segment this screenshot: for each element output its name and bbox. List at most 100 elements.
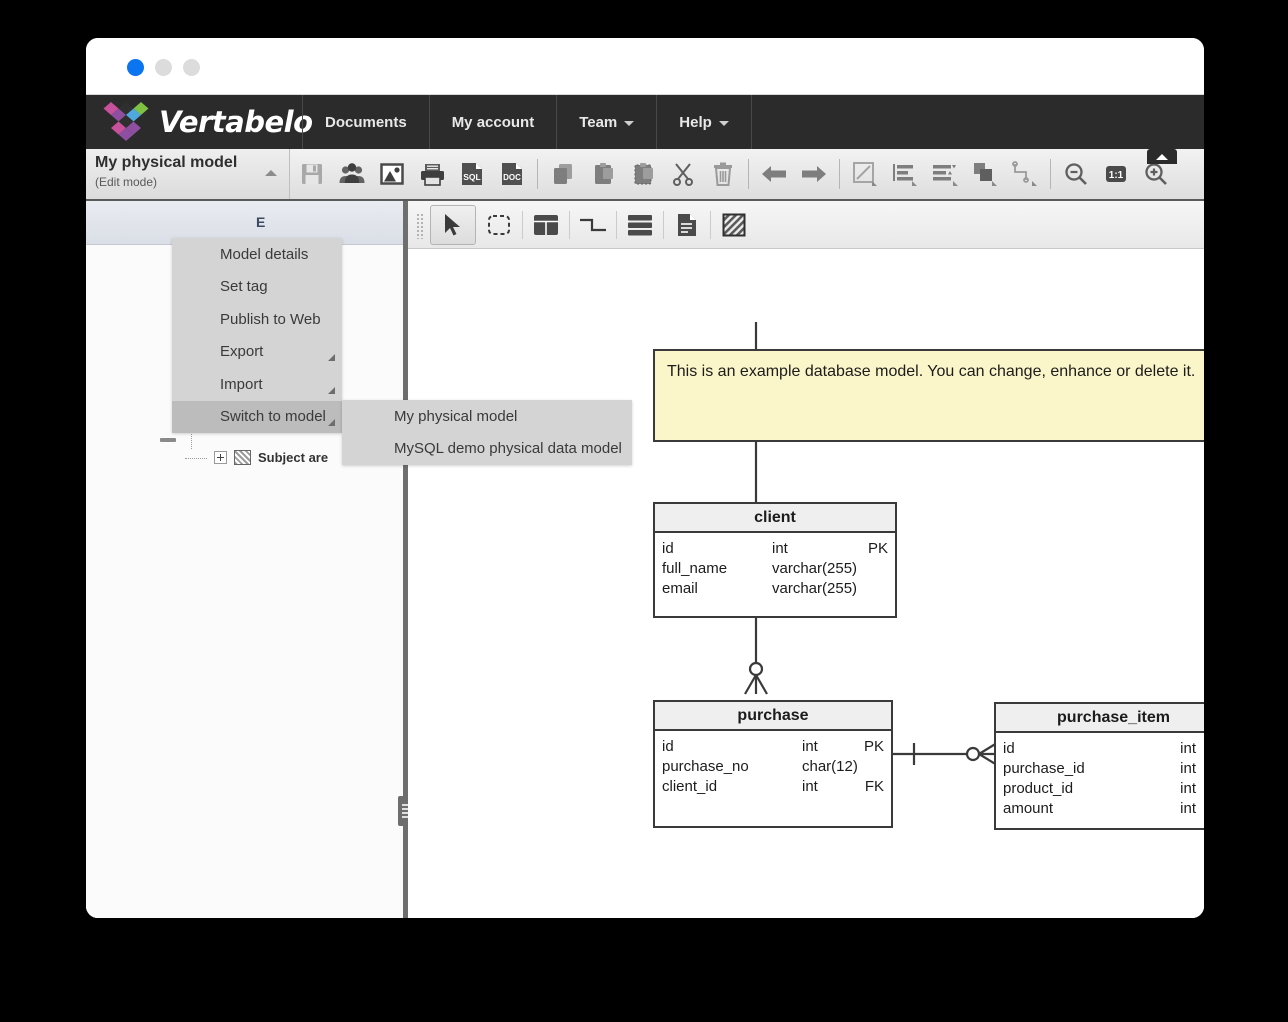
generate-sql-button[interactable]: SQL <box>452 149 492 199</box>
column-name: id <box>662 540 674 557</box>
note-page-icon <box>678 214 696 236</box>
table-icon <box>534 215 558 235</box>
table-client[interactable]: client id int PK full_name varchar(255) <box>653 502 897 618</box>
menu-item-set-tag[interactable]: Set tag <box>172 271 342 304</box>
svg-text:SQL: SQL <box>463 172 480 182</box>
window-controls <box>127 59 200 76</box>
zoom-out-icon <box>1065 163 1087 185</box>
toolbar-grip-icon[interactable] <box>416 213 424 239</box>
canvas-tool-buttons <box>430 205 757 245</box>
select-tool-button[interactable] <box>430 205 476 245</box>
column-type: int <box>1180 760 1196 777</box>
nav-item-documents[interactable]: Documents <box>302 95 430 149</box>
submenu-item-my-physical-model[interactable]: My physical model <box>342 400 632 433</box>
chevron-down-icon <box>624 120 635 126</box>
paste-special-button[interactable] <box>623 149 663 199</box>
copy-button[interactable] <box>543 149 583 199</box>
menu-item-export[interactable]: Export <box>172 336 342 369</box>
cut-button[interactable] <box>663 149 703 199</box>
zoom-reset-button[interactable]: 1:1 <box>1096 149 1136 199</box>
table-row: purchase_id int FK <box>1003 759 1204 779</box>
table-purchase-columns: id int PK purchase_no char(12) client_id <box>655 731 891 807</box>
redo-button[interactable] <box>794 149 834 199</box>
zoom-out-button[interactable] <box>1056 149 1096 199</box>
add-reference-button[interactable] <box>570 205 616 245</box>
column-type: varchar(255) <box>772 560 858 577</box>
nav-item-team[interactable]: Team <box>557 95 658 149</box>
add-subject-area-button[interactable] <box>711 205 757 245</box>
diagram-note[interactable]: This is an example database model. You c… <box>653 349 1204 442</box>
submenu-arrow-icon <box>328 354 335 361</box>
one-to-one-icon: 1:1 <box>1106 166 1126 182</box>
nav-label-help: Help <box>679 113 712 131</box>
window-control-minimize[interactable] <box>155 59 172 76</box>
delete-button[interactable] <box>703 149 743 199</box>
submenu-arrow-icon <box>328 419 335 426</box>
export-image-button[interactable] <box>372 149 412 199</box>
line-style-button[interactable] <box>845 149 885 199</box>
table-row: id int PK <box>662 737 884 757</box>
align-left-button[interactable] <box>885 149 925 199</box>
nav-links: Documents My account Team Help <box>302 95 752 149</box>
tree-item-label-subject-areas: Subject are <box>258 450 329 465</box>
save-icon <box>302 164 322 184</box>
diagram-canvas-area: This is an example database model. You c… <box>408 201 1204 918</box>
model-name-label: My physical model <box>95 154 238 171</box>
menu-item-switch-to-model[interactable]: Switch to model <box>172 400 342 433</box>
paste-button[interactable] <box>583 149 623 199</box>
submenu-item-mysql-demo-model[interactable]: MySQL demo physical data model <box>342 433 632 466</box>
submenu-arrow-icon <box>328 386 335 394</box>
print-button[interactable] <box>412 149 452 199</box>
undo-button[interactable] <box>754 149 794 199</box>
generate-doc-icon: DOC <box>502 163 522 185</box>
add-table-button[interactable] <box>523 205 569 245</box>
collapse-toolbar-button[interactable] <box>1147 149 1177 164</box>
column-name: amount <box>1003 800 1054 817</box>
chevron-up-icon <box>265 170 277 176</box>
nav-item-help[interactable]: Help <box>657 95 752 149</box>
column-key: FK <box>864 778 884 795</box>
submenu-label-mysql-demo-model: MySQL demo physical data model <box>394 440 622 458</box>
model-structure-title: E <box>256 214 266 230</box>
column-type: int <box>802 738 818 755</box>
model-menu-button[interactable]: My physical model (Edit mode) <box>86 149 290 199</box>
model-dropdown-menu: Model details Set tag Publish to Web Exp… <box>172 238 342 433</box>
add-note-button[interactable] <box>664 205 710 245</box>
table-row: client_id int FK <box>662 777 884 797</box>
menu-item-import[interactable]: Import <box>172 368 342 401</box>
nav-item-my-account[interactable]: My account <box>430 95 558 149</box>
generate-doc-button[interactable]: DOC <box>492 149 532 199</box>
column-name: id <box>662 738 674 755</box>
bring-to-front-button[interactable] <box>965 149 1005 199</box>
marquee-select-button[interactable] <box>476 205 522 245</box>
toolbar-divider <box>1050 159 1051 189</box>
column-type: varchar(255) <box>772 580 858 597</box>
er-diagram: This is an example database model. You c… <box>408 249 1204 918</box>
table-row: amount int <box>1003 799 1204 819</box>
save-button[interactable] <box>292 149 332 199</box>
share-button[interactable] <box>332 149 372 199</box>
window-control-maximize[interactable] <box>183 59 200 76</box>
menu-item-publish-to-web[interactable]: Publish to Web <box>172 303 342 336</box>
svg-text:1:1: 1:1 <box>1109 170 1124 181</box>
reroute-button[interactable] <box>1005 149 1045 199</box>
expand-icon[interactable] <box>214 451 227 464</box>
add-view-button[interactable] <box>617 205 663 245</box>
svg-text:DOC: DOC <box>503 173 521 182</box>
table-purchase-item[interactable]: purchase_item id int PK purchase_id int … <box>994 702 1204 830</box>
toolbar-buttons: SQL DOC 1:1 <box>292 149 1176 199</box>
line-style-icon <box>853 162 877 186</box>
column-type: int <box>1180 780 1196 797</box>
distribute-button[interactable] <box>925 149 965 199</box>
column-type: char(12) <box>802 758 858 775</box>
window-titlebar <box>86 38 1204 95</box>
table-purchase[interactable]: purchase id int PK purchase_no char(12) <box>653 700 893 828</box>
brand-logo[interactable]: Vertabelo <box>100 99 313 145</box>
tree-item-subject-areas[interactable]: Subject are <box>214 450 328 465</box>
window-control-close[interactable] <box>127 59 144 76</box>
submenu-label-my-physical-model: My physical model <box>394 407 518 425</box>
toolbar-divider <box>537 159 538 189</box>
menu-item-model-details[interactable]: Model details <box>172 238 342 271</box>
menu-label-import: Import <box>220 375 263 393</box>
stacked-bars-icon <box>628 215 652 236</box>
